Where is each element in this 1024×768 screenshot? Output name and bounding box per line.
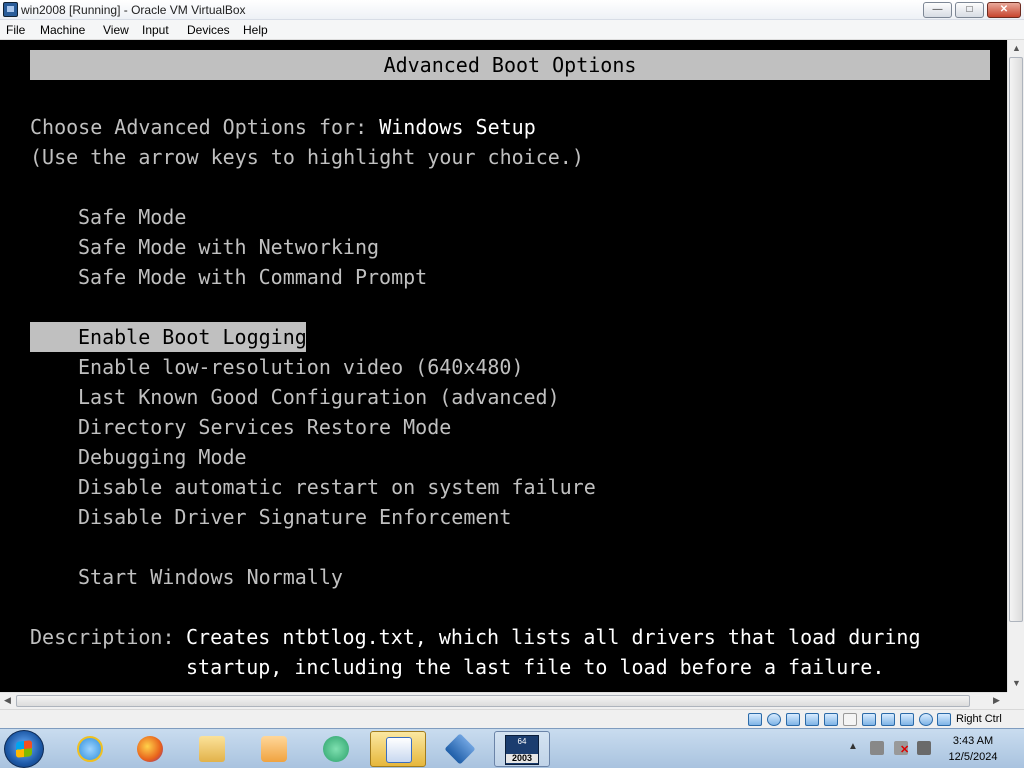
boot-menu-header: Advanced Boot Options — [30, 50, 990, 80]
option-safe-mode-networking[interactable]: Safe Mode with Networking — [78, 232, 379, 262]
taskbar-media-player[interactable] — [246, 731, 302, 767]
green-app-icon — [323, 736, 349, 762]
option-directory-services-restore[interactable]: Directory Services Restore Mode — [78, 412, 451, 442]
menu-machine[interactable]: Machine — [40, 23, 85, 37]
hint-line: (Use the arrow keys to highlight your ch… — [30, 145, 584, 169]
option-safe-mode-command-prompt[interactable]: Safe Mode with Command Prompt — [78, 262, 427, 292]
network-tray-icon[interactable] — [870, 741, 884, 755]
video-capture-icon[interactable] — [881, 713, 895, 726]
menu-bar: File Machine View Input Devices Help — [0, 20, 1024, 40]
option-disable-auto-restart[interactable]: Disable automatic restart on system fail… — [78, 472, 596, 502]
usb-icon[interactable] — [824, 713, 838, 726]
scrollbar-corner — [1007, 692, 1024, 709]
ie-icon — [77, 736, 103, 762]
vertical-scrollbar[interactable]: ▲ ▼ — [1007, 40, 1024, 692]
media-player-icon — [261, 736, 287, 762]
scroll-up-arrow-icon[interactable]: ▲ — [1012, 43, 1021, 53]
clock-date: 12/5/2024 — [948, 751, 998, 763]
taskbar-clock[interactable]: 3:43 AM 12/5/2024 — [940, 733, 1006, 765]
menu-input[interactable]: Input — [142, 23, 169, 37]
option-disable-driver-signature[interactable]: Disable Driver Signature Enforcement — [78, 502, 511, 532]
shared-folders-icon[interactable] — [843, 713, 857, 726]
option-enable-boot-logging[interactable]: Enable Boot Logging — [30, 322, 307, 352]
description-label: Description: — [30, 625, 187, 649]
option-safe-mode[interactable]: Safe Mode — [78, 202, 186, 232]
scroll-left-arrow-icon[interactable]: ◀ — [4, 695, 11, 706]
taskbar-task-app[interactable] — [370, 731, 426, 767]
mouse-integration-icon[interactable] — [919, 713, 933, 726]
firefox-icon — [137, 736, 163, 762]
description-line-2: startup, including the last file to load… — [186, 655, 885, 679]
taskbar: 64 2003 ▲ ✕ 3:43 AM 12/5/2024 — [0, 728, 1024, 768]
taskbar-ie[interactable] — [62, 731, 118, 767]
server-2003-icon: 64 2003 — [505, 735, 539, 765]
action-center-icon[interactable] — [917, 741, 931, 755]
start-button[interactable] — [4, 730, 44, 768]
scroll-down-arrow-icon[interactable]: ▼ — [1012, 678, 1021, 688]
choose-target: Windows Setup — [379, 115, 536, 139]
title-bar: win2008 [Running] - Oracle VM VirtualBox… — [0, 0, 1024, 20]
option-start-windows-normally[interactable]: Start Windows Normally — [78, 562, 343, 592]
option-low-resolution-video[interactable]: Enable low-resolution video (640x480) — [78, 352, 524, 382]
scroll-right-arrow-icon[interactable]: ▶ — [993, 695, 1000, 706]
horizontal-scroll-thumb[interactable] — [16, 695, 970, 707]
menu-devices[interactable]: Devices — [187, 23, 230, 37]
option-last-known-good[interactable]: Last Known Good Configuration (advanced) — [78, 382, 560, 412]
virtualbox-icon — [444, 733, 476, 765]
clock-time: 3:43 AM — [952, 735, 994, 747]
task-app-icon — [386, 737, 412, 763]
explorer-icon — [199, 736, 225, 762]
virtualbox-window-icon[interactable] — [3, 2, 18, 17]
minimize-button[interactable]: — — [923, 2, 952, 18]
keyboard-icon[interactable] — [937, 713, 951, 726]
menu-help[interactable]: Help — [243, 23, 268, 37]
taskbar-firefox[interactable] — [122, 731, 178, 767]
taskbar-explorer[interactable] — [184, 731, 240, 767]
close-button[interactable]: ✕ — [987, 2, 1021, 18]
network-icon[interactable] — [805, 713, 819, 726]
server-2003-icon-top-label: 64 — [517, 737, 527, 746]
status-bar: Right Ctrl — [0, 709, 1024, 728]
host-key-label: Right Ctrl — [956, 713, 1002, 725]
hard-disk-icon[interactable] — [748, 713, 762, 726]
menu-view[interactable]: View — [103, 23, 129, 37]
horizontal-scrollbar[interactable]: ◀ ▶ — [0, 692, 1007, 709]
server-2003-icon-bottom-label: 2003 — [506, 754, 538, 763]
volume-muted-icon[interactable]: ✕ — [894, 741, 909, 756]
virtualization-icon[interactable] — [900, 713, 914, 726]
show-hidden-icons-icon[interactable]: ▲ — [848, 741, 858, 752]
display-icon[interactable] — [862, 713, 876, 726]
window-title: win2008 [Running] - Oracle VM VirtualBox — [21, 3, 246, 17]
maximize-button[interactable]: □ — [955, 2, 984, 18]
audio-icon[interactable] — [786, 713, 800, 726]
vertical-scroll-thumb[interactable] — [1009, 57, 1023, 622]
taskbar-virtualbox[interactable] — [432, 731, 488, 767]
choose-prefix: Choose Advanced Options for: — [30, 115, 380, 139]
choose-line: Choose Advanced Options for: Windows Set… — [30, 112, 536, 142]
description-line-1: Creates ntbtlog.txt, which lists all dri… — [186, 625, 921, 649]
taskbar-green-app[interactable] — [308, 731, 364, 767]
option-debugging-mode[interactable]: Debugging Mode — [78, 442, 247, 472]
optical-drive-icon[interactable] — [767, 713, 781, 726]
menu-file[interactable]: File — [6, 23, 25, 37]
vm-screen[interactable]: Advanced Boot Options Choose Advanced Op… — [0, 40, 1007, 692]
taskbar-server-2003[interactable]: 64 2003 — [494, 731, 550, 767]
